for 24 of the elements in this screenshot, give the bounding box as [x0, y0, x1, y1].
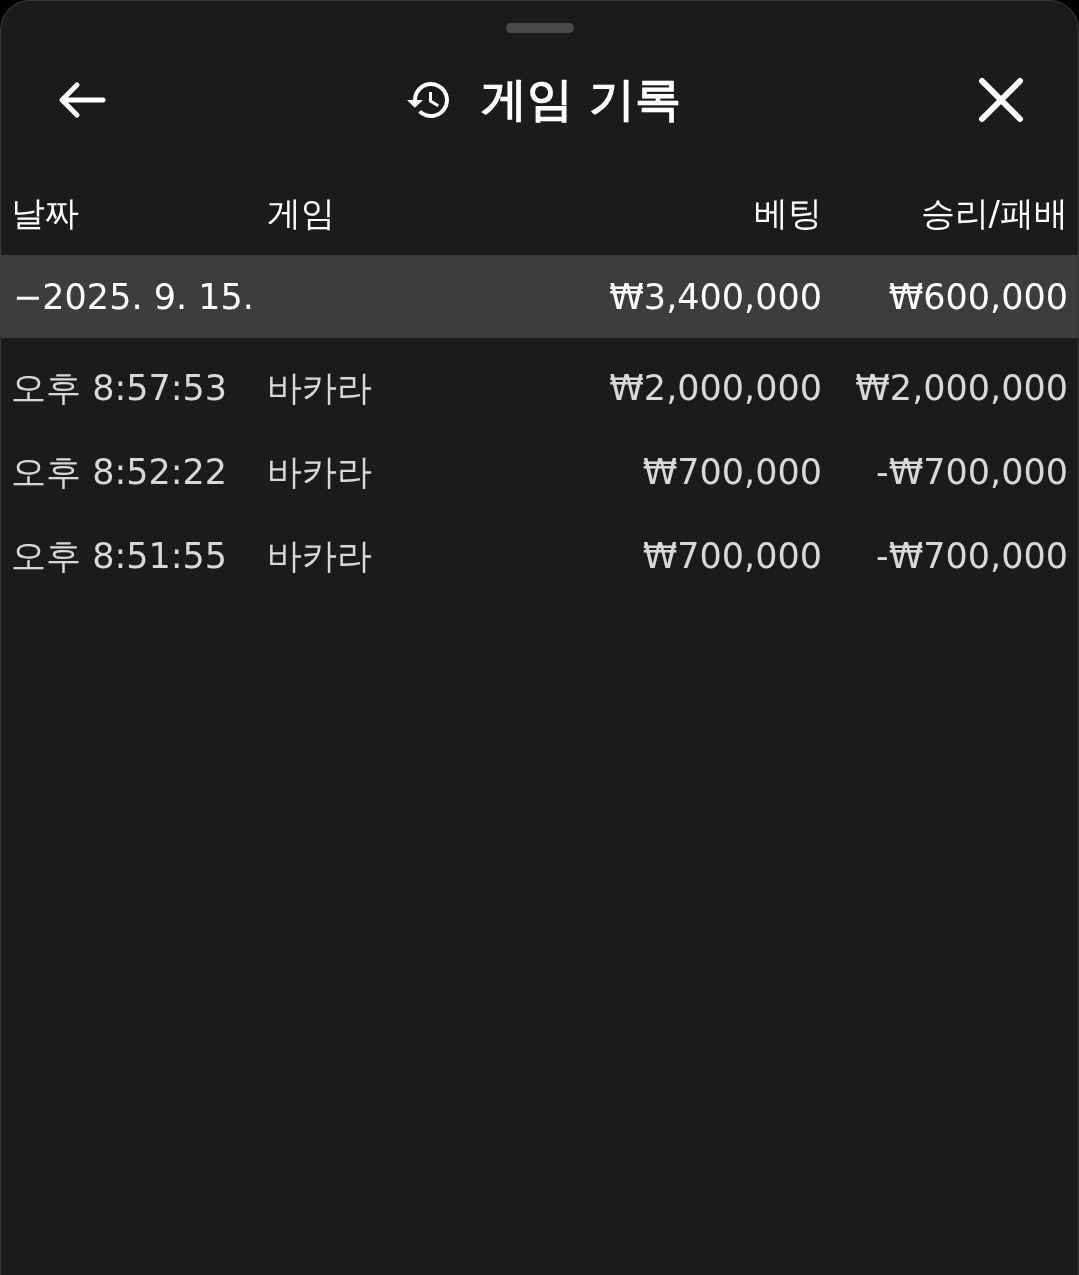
- table-cell-text: ₩2,000,000: [854, 368, 1068, 408]
- table-cell-text: -₩700,000: [875, 536, 1068, 576]
- table-cell-text: -₩700,000: [875, 452, 1068, 492]
- table-cell-text: 오후 8:52:22: [10, 450, 229, 494]
- drag-handle[interactable]: [505, 23, 574, 33]
- table-cell-text: ₩700,000: [641, 536, 822, 576]
- group-result-total: ₩600,000: [887, 276, 1068, 317]
- table-cell-text: 바카라: [266, 450, 373, 494]
- column-header: 승리/패배: [919, 192, 1068, 235]
- column-header: 베팅: [753, 192, 822, 235]
- column-header: 게임: [266, 192, 336, 235]
- table-cell-text: ₩2,000,000: [608, 368, 822, 408]
- date-group-row[interactable]: −2025. 9. 15. ₩3,400,000 ₩600,000: [1, 255, 1078, 338]
- back-arrow-icon: [57, 80, 107, 120]
- table-cell-text: 오후 8:57:53: [10, 366, 229, 410]
- table-cell-text: 바카라: [266, 534, 373, 578]
- screen-title: 게임 기록: [481, 71, 682, 128]
- group-date: −2025. 9. 15.: [12, 276, 255, 317]
- table-cell-text: 오후 8:51:55: [10, 534, 229, 578]
- table-cell-text: ₩700,000: [641, 452, 822, 492]
- close-icon: [978, 77, 1024, 123]
- column-header: 날짜: [10, 192, 80, 235]
- table-cell-text: 바카라: [266, 366, 373, 410]
- group-bet-total: ₩3,400,000: [608, 276, 822, 317]
